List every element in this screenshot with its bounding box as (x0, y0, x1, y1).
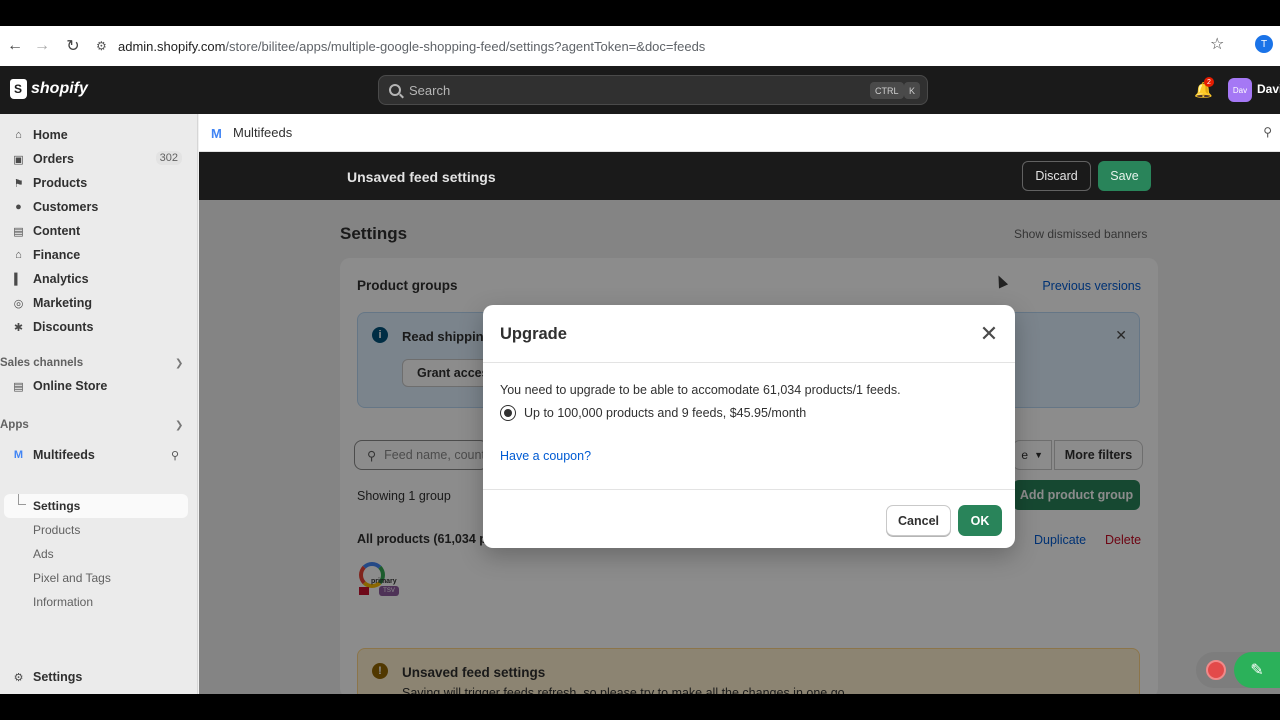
shortcut-ctrl-key: CTRL (870, 82, 904, 99)
sidebar-item-customers[interactable]: ● Customers (4, 196, 188, 218)
sidebar-item-content[interactable]: ▤ Content (4, 220, 188, 242)
app-title: Multifeeds (233, 125, 293, 140)
chart-icon: ▍ (14, 273, 23, 286)
multifeeds-logo-icon: M (13, 449, 24, 461)
browser-viewport: ← → ↻ ⚙ admin.shopify.com/store/bilitee/… (0, 26, 1280, 694)
sidebar: ⌂ Home ▣ Orders 302 ⚑ Products ● Customers ▤ C… (0, 114, 198, 694)
target-icon: ◎ (13, 297, 24, 310)
shopify-bag-icon (10, 79, 27, 99)
user-avatar[interactable]: Dav (1228, 78, 1252, 102)
sidebar-subitem-pixel-and-tags[interactable]: Pixel and Tags (33, 571, 111, 585)
sidebar-item-label: Finance (33, 248, 81, 262)
sidebar-item-label: Discounts (33, 320, 94, 334)
sidebar-item-analytics[interactable]: ▍ Analytics (4, 268, 188, 290)
bookmark-star-icon[interactable]: ☆ (1210, 34, 1224, 54)
sidebar-item-settings-active[interactable] (4, 494, 188, 518)
sidebar-item-finance[interactable]: ⌂ Finance (4, 244, 188, 266)
home-icon: ⌂ (15, 129, 22, 141)
sidebar-item-online-store[interactable]: ▤ Online Store (4, 375, 188, 397)
sidebar-item-label: Orders (33, 152, 74, 166)
sidebar-item-label: Marketing (33, 296, 93, 310)
back-arrow-icon[interactable]: ← (0, 31, 30, 61)
sidebar-subitem-information[interactable]: Information (33, 595, 93, 609)
shopify-logo[interactable]: shopify (10, 79, 88, 99)
url-text: admin.shopify.com/store/bilitee/apps/mul… (118, 39, 705, 54)
shortcut-k-key: K (904, 82, 921, 99)
notifications-button[interactable]: 🔔 2 (1194, 77, 1214, 99)
sidebar-item-label: Content (33, 224, 81, 238)
sidebar-item-label: Settings (33, 670, 83, 684)
user-name[interactable]: Davi (1257, 82, 1280, 96)
url-path: /store/bilitee/apps/multiple-google-shop… (225, 38, 706, 54)
forward-arrow-icon[interactable]: → (27, 31, 57, 61)
browser-toolbar: ← → ↻ ⚙ admin.shopify.com/store/bilitee/… (0, 26, 1280, 66)
sidebar-item-home[interactable]: ⌂ Home (4, 124, 188, 146)
sidebar-subitem-products[interactable]: Products (33, 523, 80, 537)
sales-channels-heading[interactable]: Sales channels (0, 357, 83, 369)
pin-icon[interactable]: ⚲ (171, 449, 179, 462)
sidebar-item-label: Online Store (33, 379, 108, 393)
shopify-topbar: shopify Search CTRL K 🔔 2 Dav Davi (0, 66, 1280, 114)
recording-widget: ✎ (1196, 652, 1280, 688)
discard-button[interactable]: Discard (1022, 161, 1091, 191)
record-icon[interactable] (1206, 660, 1226, 680)
edit-icon[interactable]: ✎ (1234, 652, 1280, 688)
chevron-right-icon[interactable]: ❯ (175, 358, 183, 369)
coupon-link[interactable]: Have a coupon? (500, 449, 591, 463)
sidebar-item-label: Customers (33, 200, 99, 214)
site-settings-icon[interactable]: ⚙ (96, 39, 118, 53)
sidebar-item-label: Multifeeds (33, 448, 95, 462)
upgrade-modal: Upgrade ✕ You need to upgrade to be able… (483, 305, 1015, 548)
address-bar[interactable]: ⚙ admin.shopify.com/store/bilitee/apps/m… (96, 32, 1246, 60)
orders-count-badge: 302 (155, 151, 182, 165)
gear-icon: ⚙ (13, 671, 24, 684)
content-icon: ▤ (13, 225, 24, 238)
radio-button[interactable] (500, 405, 516, 421)
sidebar-item-label: Products (33, 176, 88, 190)
search-placeholder: Search (409, 82, 451, 98)
plan-option-label: Up to 100,000 products and 9 feeds, $45.… (524, 406, 807, 420)
app-title-bar: M Multifeeds ⚲ (199, 114, 1280, 152)
sidebar-item-multifeeds[interactable]: M Multifeeds (4, 444, 188, 466)
apps-heading[interactable]: Apps (0, 419, 29, 431)
notification-count-badge: 2 (1204, 77, 1214, 87)
modal-header: Upgrade ✕ (483, 305, 1015, 363)
plan-option[interactable]: Up to 100,000 products and 9 feeds, $45.… (500, 405, 806, 421)
sidebar-subitem-settings[interactable]: Settings (33, 499, 80, 513)
logo-text: shopify (31, 80, 88, 97)
ok-button[interactable]: OK (958, 505, 1002, 536)
contextual-save-bar: Unsaved feed settings Discard Save (199, 152, 1280, 200)
browser-profile-avatar[interactable]: T (1255, 35, 1273, 53)
multifeeds-logo-icon: M (211, 126, 222, 141)
save-bar-title: Unsaved feed settings (347, 169, 496, 185)
search-input[interactable]: Search CTRL K (378, 75, 928, 105)
radio-selected-dot (504, 409, 512, 417)
tag-icon: ⚑ (13, 177, 24, 190)
bank-icon: ⌂ (15, 249, 22, 261)
search-icon (389, 84, 401, 96)
sidebar-item-orders[interactable]: ▣ Orders 302 (4, 148, 188, 170)
person-icon: ● (15, 201, 22, 213)
save-button[interactable]: Save (1098, 161, 1151, 191)
discount-icon: ✱ (13, 321, 24, 334)
sidebar-item-label: Home (33, 128, 68, 142)
sidebar-item-settings[interactable]: ⚙ Settings (4, 666, 188, 688)
sidebar-item-products[interactable]: ⚑ Products (4, 172, 188, 194)
modal-body-text: You need to upgrade to be able to accomo… (500, 383, 901, 397)
cancel-button[interactable]: Cancel (886, 505, 951, 536)
orders-icon: ▣ (13, 153, 24, 166)
modal-title: Upgrade (500, 325, 567, 343)
tree-connector (18, 494, 26, 505)
close-icon[interactable]: ✕ (977, 321, 1001, 346)
sidebar-item-marketing[interactable]: ◎ Marketing (4, 292, 188, 314)
sidebar-subitem-ads[interactable]: Ads (33, 547, 54, 561)
chevron-right-icon[interactable]: ❯ (175, 420, 183, 431)
sidebar-item-label: Analytics (33, 272, 89, 286)
sidebar-item-discounts[interactable]: ✱ Discounts (4, 316, 188, 338)
modal-footer: Cancel OK (483, 489, 1015, 548)
pin-icon[interactable]: ⚲ (1263, 125, 1272, 139)
reload-icon[interactable]: ↻ (58, 31, 88, 61)
url-host: admin.shopify.com (118, 38, 226, 54)
store-icon: ▤ (13, 380, 24, 393)
